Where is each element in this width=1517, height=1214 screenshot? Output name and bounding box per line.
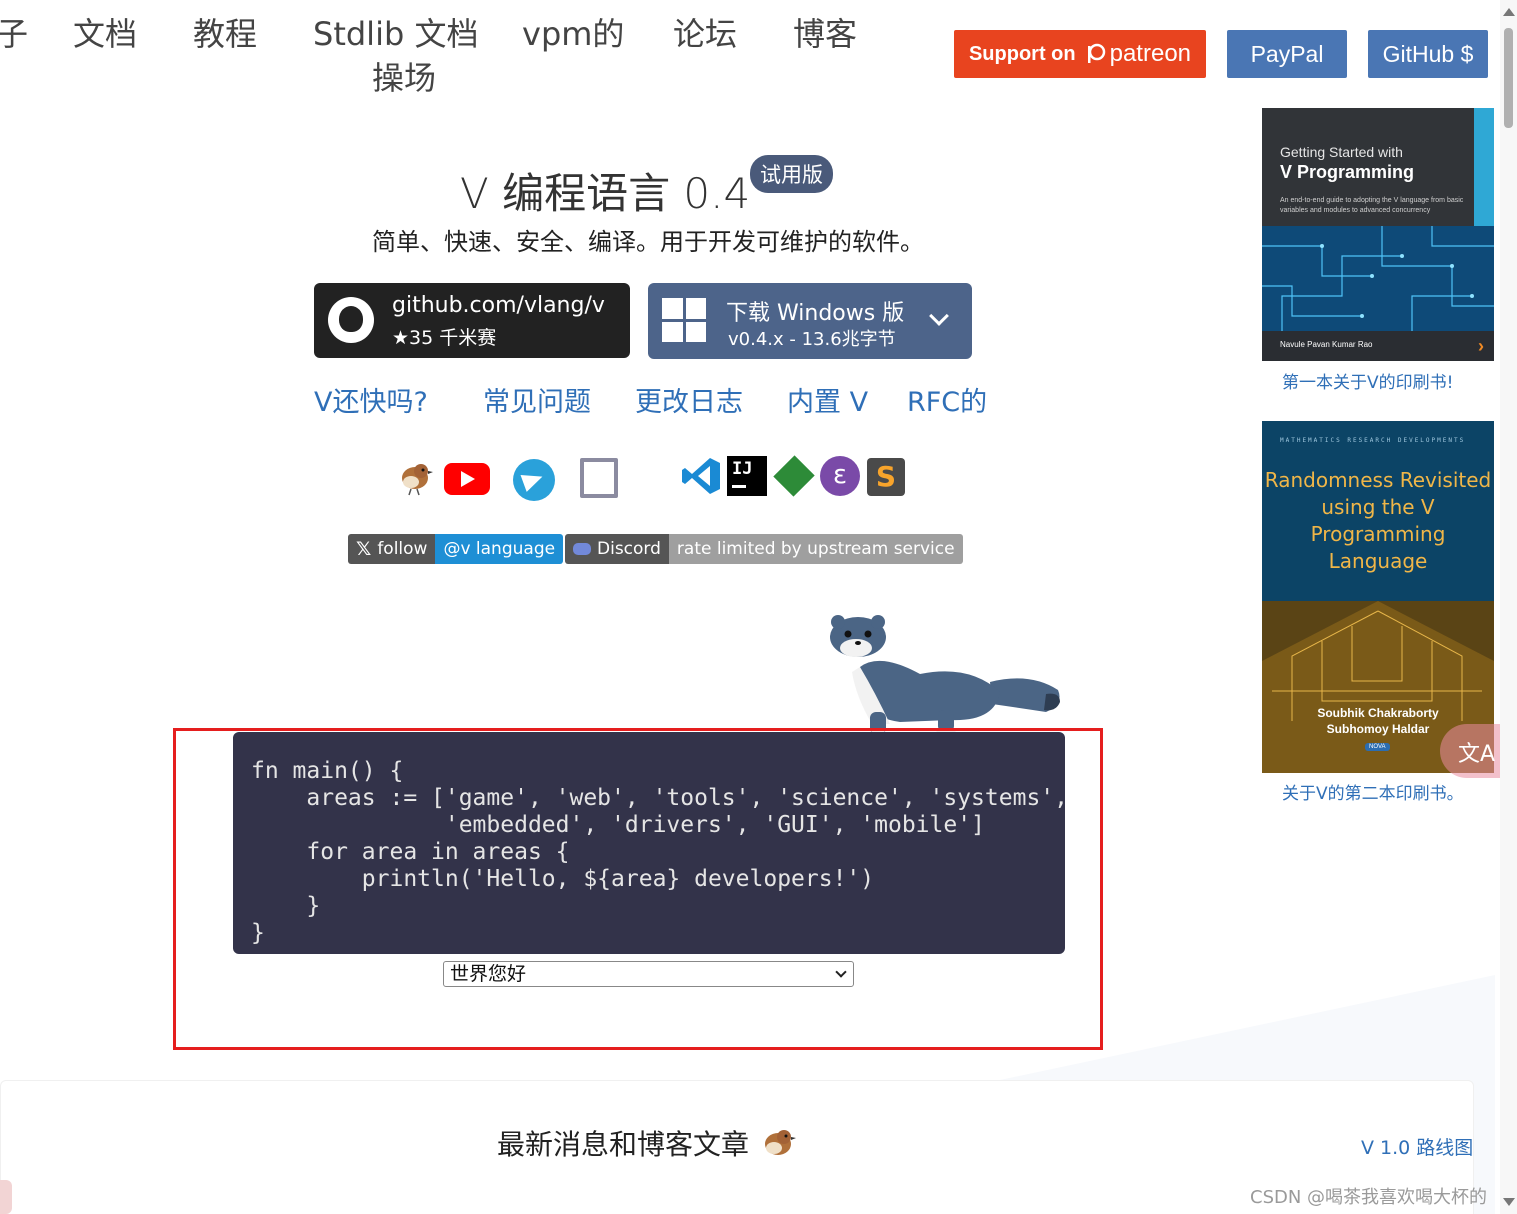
translate-icon[interactable]: 文A [1440, 724, 1500, 778]
link-changelog[interactable]: 更改日志 [635, 380, 743, 419]
discord-icon [573, 543, 591, 555]
link-is-v-fast[interactable]: V还快吗? [314, 380, 428, 419]
page-title: V 编程语言 0.4 [460, 169, 751, 218]
side-tab[interactable] [0, 1180, 12, 1214]
book1-description: An end-to-end guide to adopting the V la… [1280, 197, 1464, 214]
tagline: 简单、快速、安全、编译。用于开发可维护的软件。 [372, 228, 924, 256]
book2-publisher: NOVA [1365, 743, 1390, 751]
chevron-right-icon: › [1478, 336, 1484, 356]
book1-title-line1: Getting Started with [1280, 144, 1403, 160]
emacs-icon[interactable]: ε [820, 456, 860, 496]
book1-caption-link[interactable]: 第一本关于V的印刷书! [1282, 368, 1453, 393]
news-title: 最新消息和博客文章 [497, 1122, 798, 1163]
link-rfcs[interactable]: RFC的 [907, 380, 987, 419]
nav-item-blog[interactable]: 博客 [793, 12, 857, 56]
intellij-icon[interactable]: IJ [727, 456, 767, 496]
roadmap-link[interactable]: V 1.0 路线图 [1361, 1133, 1473, 1160]
book1-accent [1474, 108, 1494, 226]
vim-icon[interactable] [773, 455, 815, 497]
news-title-text: 最新消息和博客文章 [497, 1128, 750, 1161]
book2-series: MATHEMATICS RESEARCH DEVELOPMENTS [1280, 437, 1466, 444]
beta-badge: 试用版 [750, 155, 833, 193]
scroll-up-arrow-icon[interactable] [1503, 8, 1515, 16]
book1-title-line2: V Programming [1280, 162, 1415, 182]
paypal-button[interactable]: PayPal [1227, 30, 1347, 78]
youtube-icon[interactable] [444, 463, 490, 495]
twitch-icon[interactable] [580, 458, 618, 498]
vscode-icon[interactable] [680, 456, 722, 496]
patreon-icon [1087, 43, 1105, 63]
nav-item-vpm[interactable]: vpm的 [522, 12, 624, 56]
repo-url: github.com/vlang/v [392, 293, 605, 318]
nav-item-forum[interactable]: 论坛 [673, 12, 737, 56]
github-repo-button[interactable]: github.com/vlang/v ★35 千米赛 [314, 283, 630, 358]
book-ad-getting-started[interactable]: Getting Started with V Programming An en… [1262, 108, 1494, 361]
nav-item-prev[interactable]: 子 [0, 12, 28, 56]
discord-badge-status: rate limited by upstream service [668, 534, 963, 564]
download-windows-button[interactable]: 下载 Windows 版 v0.4.x - 13.6兆字节 [648, 283, 972, 359]
mascot-image [830, 615, 1060, 740]
nav-item-docs[interactable]: 文档 [73, 12, 137, 56]
telegram-icon[interactable] [513, 459, 555, 501]
book2-title: Randomness Revisited using the V Program… [1264, 468, 1492, 573]
book1-circuit-art [1262, 226, 1494, 331]
bird-icon[interactable] [395, 456, 435, 496]
link-faq[interactable]: 常见问题 [483, 380, 591, 419]
book2-caption-link[interactable]: 关于V的第二本印刷书。 [1282, 779, 1464, 804]
discord-badge-label: Discord [597, 539, 661, 559]
github-icon [328, 297, 374, 343]
bird-icon [764, 1130, 796, 1155]
patreon-logo: patreon [1084, 40, 1191, 68]
highlight-frame [173, 728, 1103, 1050]
scroll-thumb[interactable] [1504, 28, 1513, 128]
book-ad-randomness[interactable]: MATHEMATICS RESEARCH DEVELOPMENTS Random… [1262, 421, 1494, 773]
x-badge-handle: @v language [435, 534, 564, 564]
scrollbar[interactable] [1500, 0, 1517, 1214]
book2-author1: Soubhik Chakraborty [1317, 706, 1439, 720]
github-sponsor-button[interactable]: GitHub $ [1368, 30, 1488, 78]
link-builtin-v[interactable]: 内置 V [787, 380, 868, 419]
nav-item-tutorial[interactable]: 教程 [193, 12, 257, 56]
sublime-icon[interactable]: S [867, 458, 905, 496]
watermark: CSDN @喝茶我喜欢喝大杯的 [1250, 1187, 1488, 1208]
x-follow-badge[interactable]: 𝕏 follow @v language [348, 534, 564, 564]
chevron-down-icon[interactable] [929, 306, 949, 326]
repo-stars: ★35 千米赛 [392, 327, 497, 349]
discord-badge[interactable]: Discord rate limited by upstream service [565, 534, 963, 564]
patreon-brand: patreon [1109, 40, 1192, 67]
scroll-down-arrow-icon[interactable] [1503, 1198, 1515, 1206]
download-subtitle: v0.4.x - 13.6兆字节 [728, 329, 896, 350]
windows-icon [662, 298, 706, 342]
patreon-prefix: Support on [968, 42, 1076, 65]
nav-item-stdlib[interactable]: Stdlib 文档 [313, 12, 478, 56]
book1-author: Navule Pavan Kumar Rao [1280, 340, 1373, 349]
x-icon: 𝕏 [356, 538, 372, 560]
patreon-button[interactable]: Support on patreon [954, 30, 1206, 78]
nav-item-playground[interactable]: 操场 [372, 56, 436, 100]
download-title: 下载 Windows 版 [726, 301, 905, 326]
x-badge-label: follow [377, 539, 428, 559]
